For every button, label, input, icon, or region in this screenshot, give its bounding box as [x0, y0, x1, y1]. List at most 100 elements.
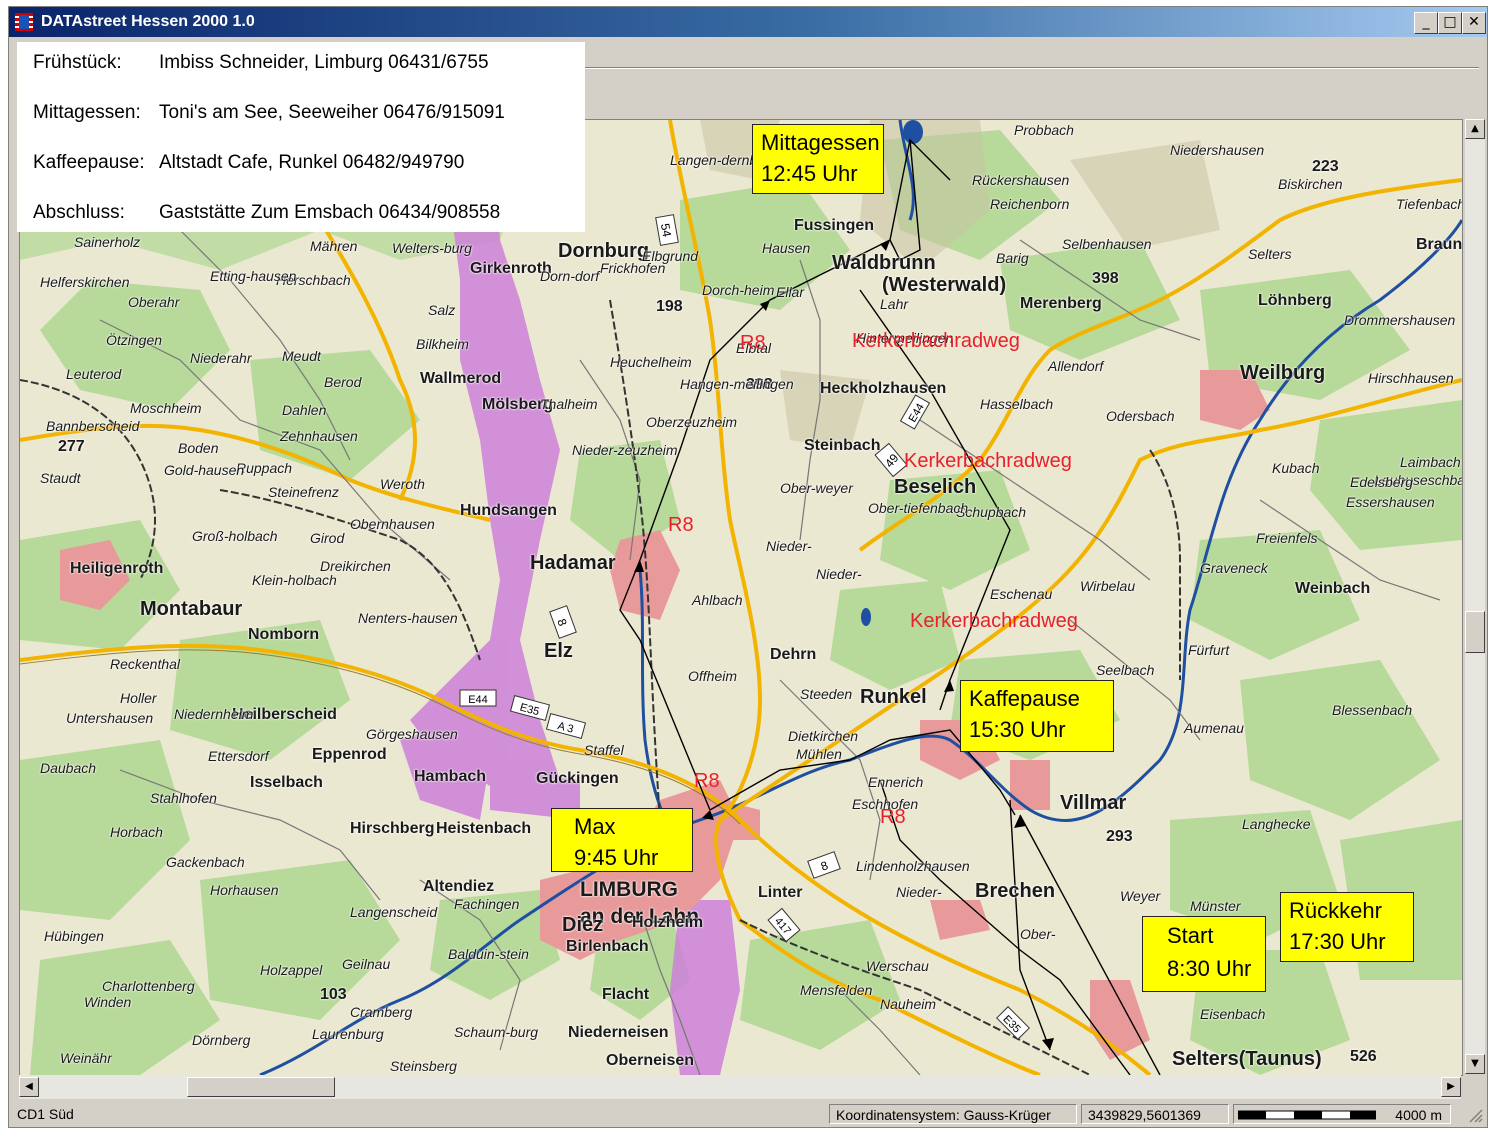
- place-hundsangen: Hundsangen: [460, 502, 557, 519]
- place-huebingen: Hübingen: [44, 928, 104, 944]
- place-dorndorf: Dorn-dorf: [540, 268, 600, 284]
- callout-mittagessen-time: 12:45 Uhr: [761, 161, 858, 186]
- scroll-right-button[interactable]: ▶: [1441, 1077, 1461, 1097]
- place-grossholbach: Groß-holbach: [192, 528, 278, 544]
- place-horhausen: Horhausen: [210, 882, 279, 898]
- place-dehrn: Dehrn: [770, 646, 817, 663]
- info-value-kaffeepause: Altstadt Cafe, Runkel 06482/949790: [159, 152, 465, 173]
- horizontal-scrollbar[interactable]: ◀ ▶: [19, 1075, 1461, 1099]
- scale-bar-icon: [1238, 1110, 1376, 1120]
- vertical-scroll-thumb[interactable]: [1465, 611, 1485, 653]
- place-niedershausen: Niedershausen: [1170, 142, 1265, 158]
- place-kleinholbach: Klein-holbach: [252, 572, 337, 588]
- road-e44-label: E44: [468, 694, 488, 706]
- place-niederneisen: Niederneisen: [568, 1024, 669, 1041]
- place-steinsberg: Steinsberg: [390, 1058, 457, 1074]
- info-label-abschluss: Abschluss:: [33, 202, 125, 223]
- place-bilkheim: Bilkheim: [416, 336, 469, 352]
- horizontal-scroll-thumb[interactable]: [187, 1077, 335, 1097]
- place-ahlbach: Ahlbach: [692, 592, 743, 608]
- info-label-fruehstueck: Frühstück:: [33, 52, 122, 73]
- callout-max: Max 9:45 Uhr: [551, 808, 693, 872]
- map-viewport[interactable]: 54 8 8 49 E44 E35 A 3 417 E35 E44 LIMBUR…: [19, 119, 1463, 1076]
- place-gueckingen: Gückingen: [536, 770, 619, 787]
- place-aumenau: Aumenau: [1184, 720, 1244, 736]
- place-girod: Girod: [310, 530, 345, 546]
- info-row-mittagessen: Mittagessen: Toni's am See, Seeweiher 064…: [33, 102, 505, 124]
- minimize-button[interactable]: _: [1414, 12, 1438, 34]
- place-rueckershausen: Rückershausen: [972, 172, 1070, 188]
- place-berod: Berod: [324, 374, 362, 390]
- place-barig: Barig: [996, 250, 1029, 266]
- place-werschau: Werschau: [866, 958, 929, 974]
- place-eppenrod: Eppenrod: [312, 746, 387, 763]
- place-merenberg: Merenberg: [1020, 295, 1102, 312]
- place-laimbach: Laimbach: [1400, 454, 1461, 470]
- place-loehnberg: Löhnberg: [1258, 292, 1332, 309]
- place-ettersdorf: Ettersdorf: [208, 748, 269, 764]
- place-drommershausen: Drommershausen: [1344, 312, 1456, 328]
- place-num-293: 293: [1106, 828, 1133, 845]
- scroll-left-button[interactable]: ◀: [19, 1077, 39, 1097]
- place-offheim: Offheim: [688, 668, 738, 684]
- place-geilnau: Geilnau: [342, 956, 391, 972]
- place-heuchelheim: Heuchelheim: [610, 354, 692, 370]
- resize-grip-icon[interactable]: [1467, 1107, 1483, 1123]
- place-eschenau: Eschenau: [990, 586, 1053, 602]
- place-oetzingen: Ötzingen: [106, 332, 163, 348]
- status-coordinate-system: Koordinatensystem: Gauss-Krüger: [829, 1104, 1077, 1124]
- place-langhecke: Langhecke: [1242, 816, 1311, 832]
- place-balduinstein: Balduin-stein: [448, 946, 529, 962]
- maximize-button[interactable]: □: [1438, 12, 1462, 34]
- place-heiligenroth: Heiligenroth: [70, 560, 164, 577]
- callout-mittagessen-title: Mittagessen: [761, 130, 880, 155]
- info-value-abschluss: Gaststätte Zum Emsbach 06434/908558: [159, 202, 501, 223]
- place-langenscheid: Langenscheid: [350, 904, 438, 920]
- callout-max-title: Max: [574, 814, 616, 839]
- place-beselich: Beselich: [894, 476, 977, 498]
- scroll-down-button[interactable]: ▼: [1465, 1054, 1485, 1074]
- place-villmar: Villmar: [1060, 792, 1127, 814]
- place-tiefenbach: Tiefenbach: [1396, 196, 1463, 212]
- place-goergeshausen: Görgeshausen: [366, 726, 458, 742]
- place-eisenbach: Eisenbach: [1200, 1006, 1266, 1022]
- place-niederweyer: Nieder-: [766, 538, 812, 554]
- place-num-526: 526: [1350, 1048, 1377, 1065]
- place-welters: Welters-burg: [392, 240, 472, 256]
- place-oberneisen: Oberneisen: [606, 1052, 695, 1069]
- place-kubach: Kubach: [1272, 460, 1320, 476]
- road-54-label: 54: [658, 222, 674, 238]
- place-weilburg: Weilburg: [1240, 362, 1326, 384]
- window-title: DATAstreet Hessen 2000 1.0: [41, 13, 255, 30]
- callout-mittagessen: Mittagessen 12:45 Uhr: [752, 124, 884, 194]
- close-button[interactable]: ✕: [1462, 12, 1486, 34]
- place-niederahr: Niederahr: [190, 350, 252, 366]
- place-hausen: Hausen: [762, 240, 811, 256]
- route-label-kerkerbach-north: Kerkerbachradweg: [852, 330, 1020, 352]
- place-heistenbach: Heistenbach: [436, 820, 532, 837]
- place-stahlhofen: Stahlhofen: [150, 790, 217, 806]
- place-flacht: Flacht: [602, 986, 650, 1003]
- place-montabaur: Montabaur: [140, 598, 243, 620]
- title-bar[interactable]: DATAstreet Hessen 2000 1.0 _ □ ✕: [9, 7, 1487, 37]
- place-untershausen: Untershausen: [66, 710, 154, 726]
- place-selters-w: Selters: [1248, 246, 1292, 262]
- place-altendiez: Altendiez: [423, 878, 495, 895]
- vertical-scrollbar[interactable]: ▲ ▼: [1465, 119, 1485, 1074]
- status-coordinates: 3439829,5601369: [1081, 1104, 1229, 1124]
- hessen-flag-icon: [15, 13, 33, 31]
- place-doernberg: Dörnberg: [192, 1032, 251, 1048]
- place-nauheim: Nauheim: [880, 996, 937, 1012]
- place-oberweyer: Ober-weyer: [780, 480, 853, 496]
- place-niedernheim: Niedernheim: [174, 706, 254, 722]
- info-value-fruehstueck: Imbiss Schneider, Limburg 06431/6755: [159, 52, 489, 73]
- place-leuterod: Leuterod: [66, 366, 122, 382]
- callout-kaffeepause: Kaffepause 15:30 Uhr: [960, 680, 1114, 752]
- scroll-up-button[interactable]: ▲: [1465, 119, 1485, 139]
- route-label-r8-eschhofen: R8: [880, 806, 906, 828]
- place-steinbach: Steinbach: [804, 437, 881, 454]
- info-row-abschluss: Abschluss: Gaststätte Zum Emsbach 06434/9…: [33, 202, 500, 224]
- place-lindenholzhausen: Lindenholzhausen: [856, 858, 970, 874]
- callout-rueckkehr: Rückkehr 17:30 Uhr: [1280, 892, 1414, 962]
- place-boden: Boden: [178, 440, 219, 456]
